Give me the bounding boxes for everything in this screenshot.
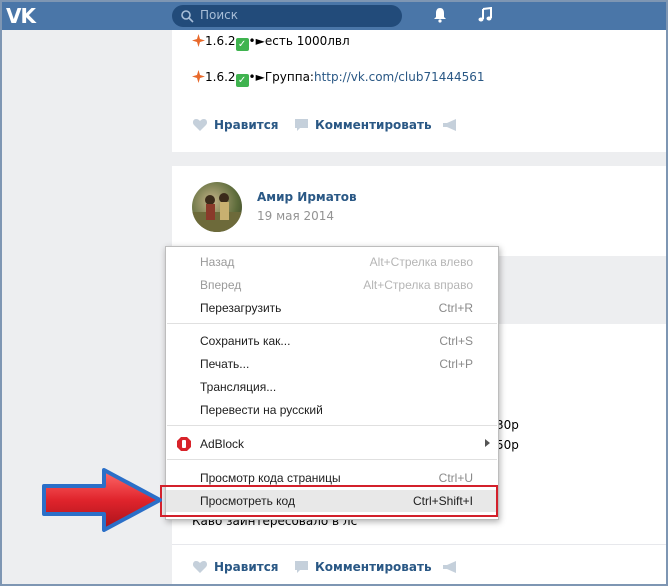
menu-item-forward[interactable]: Вперед Alt+Стрелка вправо — [166, 274, 498, 296]
menu-item-shortcut: Ctrl+R — [438, 301, 473, 315]
menu-item-shortcut: Alt+Стрелка влево — [369, 255, 473, 269]
menu-item-label: Назад — [200, 255, 235, 269]
menu-item-label: Трансляция... — [200, 380, 277, 394]
comment-button[interactable]: Комментировать — [294, 118, 432, 132]
post-line-tail: •►есть 1000лвл — [248, 34, 350, 48]
menu-item-adblock[interactable]: AdBlock — [166, 433, 498, 455]
comment-icon — [295, 119, 308, 131]
post-text-line: 1.6.2 ✓ •►Группа:http://vk.com/club7144456… — [192, 70, 485, 87]
menu-item-label: Просмотр кода страницы — [200, 471, 341, 485]
megaphone-icon — [443, 119, 456, 131]
menu-separator — [167, 323, 497, 324]
comment-label: Комментировать — [315, 560, 432, 574]
search-icon — [181, 10, 194, 23]
post-card: Амир Ирматов 19 мая 2014 — [172, 166, 666, 256]
megaphone-icon — [443, 561, 456, 573]
adblock-icon — [177, 437, 191, 451]
checkmark-icon: ✓ — [235, 74, 249, 87]
menu-item-cast[interactable]: Трансляция... — [166, 376, 498, 398]
comment-label: Комментировать — [315, 118, 432, 132]
menu-item-save-as[interactable]: Сохранить как... Ctrl+S — [166, 330, 498, 352]
menu-item-shortcut: Ctrl+P — [439, 357, 473, 371]
like-button[interactable]: Нравится — [192, 560, 279, 574]
like-label: Нравится — [214, 560, 279, 574]
comment-icon — [295, 561, 308, 573]
menu-item-back[interactable]: Назад Alt+Стрелка влево — [166, 251, 498, 273]
menu-item-label: Вперед — [200, 278, 242, 292]
browser-frame: VK Поиск 1.6.2 ✓ •►есть 1000лвл 1.6.2 ✓ •►Гр… — [0, 0, 668, 586]
submenu-arrow-icon — [485, 439, 490, 447]
post-date[interactable]: 19 мая 2014 — [257, 209, 334, 223]
menu-separator — [167, 459, 497, 460]
menu-item-label: AdBlock — [200, 437, 245, 451]
avatar[interactable] — [192, 182, 242, 232]
price-text: 30р — [496, 418, 519, 432]
vk-logo[interactable]: VK — [6, 4, 36, 28]
menu-item-label: Сохранить как... — [200, 334, 291, 348]
like-button[interactable]: Нравится — [192, 118, 279, 132]
avatar-photo — [192, 193, 242, 232]
search-placeholder: Поиск — [200, 8, 239, 22]
search-input[interactable]: Поиск — [172, 5, 402, 27]
checkmark-icon: ✓ — [235, 38, 249, 51]
version-text: 1.6.2 — [205, 70, 236, 84]
red-arrow-icon — [42, 468, 162, 532]
menu-item-label: Перезагрузить — [200, 301, 282, 315]
share-button[interactable] — [442, 560, 464, 574]
post-author[interactable]: Амир Ирматов — [257, 190, 357, 204]
highlight-box — [160, 485, 498, 517]
bell-icon[interactable] — [432, 7, 448, 23]
post-text-line: 1.6.2 ✓ •►есть 1000лвл — [192, 34, 350, 51]
share-button[interactable] — [442, 118, 464, 132]
menu-item-shortcut: Ctrl+U — [438, 471, 473, 485]
post-card: 1.6.2 ✓ •►есть 1000лвл 1.6.2 ✓ •►Группа:http… — [172, 30, 666, 152]
menu-item-translate[interactable]: Перевести на русский — [166, 399, 498, 421]
menu-item-reload[interactable]: Перезагрузить Ctrl+R — [166, 297, 498, 319]
music-icon[interactable] — [477, 7, 493, 23]
post-line-tail: •►Группа: — [248, 70, 314, 84]
menu-item-print[interactable]: Печать... Ctrl+P — [166, 353, 498, 375]
divider — [172, 544, 666, 545]
menu-item-shortcut: Alt+Стрелка вправо — [363, 278, 473, 292]
version-text: 1.6.2 — [205, 34, 236, 48]
group-link[interactable]: http://vk.com/club71444561 — [314, 70, 485, 84]
top-bar: VK Поиск — [2, 2, 666, 30]
menu-item-label: Перевести на русский — [200, 403, 323, 417]
menu-item-shortcut: Ctrl+S — [439, 334, 473, 348]
price-text: 50р — [496, 438, 519, 452]
menu-item-label: Печать... — [200, 357, 250, 371]
sparkle-icon — [192, 70, 205, 83]
sparkle-icon — [192, 34, 205, 47]
menu-separator — [167, 425, 497, 426]
heart-icon — [192, 561, 208, 573]
heart-icon — [192, 119, 208, 131]
context-menu: Назад Alt+Стрелка влево Вперед Alt+Стрел… — [165, 246, 499, 520]
like-label: Нравится — [214, 118, 279, 132]
comment-button[interactable]: Комментировать — [294, 560, 432, 574]
